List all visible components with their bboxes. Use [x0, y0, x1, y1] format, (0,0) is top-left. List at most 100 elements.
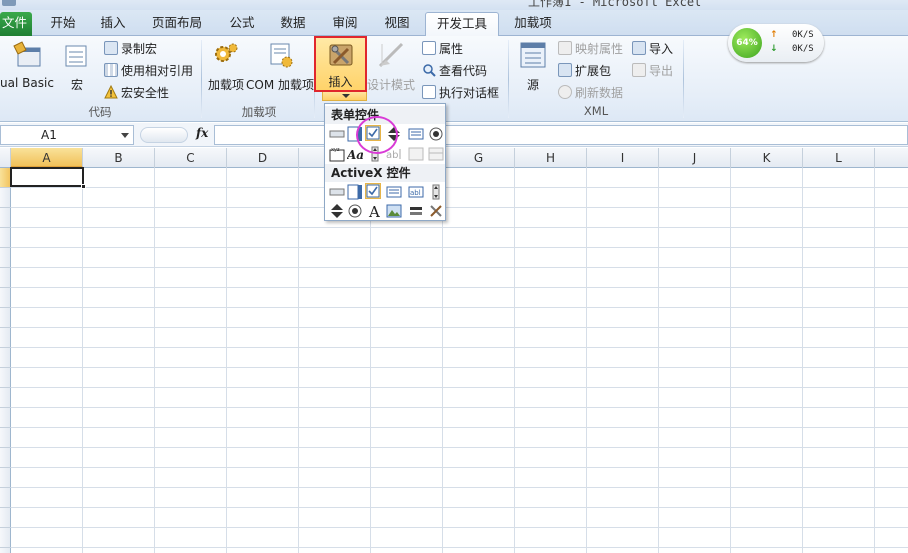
row-header[interactable] — [0, 328, 11, 348]
macro-security-label: 宏安全性 — [121, 85, 170, 100]
button-control-icon[interactable] — [329, 126, 345, 142]
properties-button[interactable]: 属性 — [422, 38, 463, 58]
run-dialog-button[interactable]: 执行对话框 — [422, 82, 499, 102]
row-header[interactable] — [0, 288, 11, 308]
tab-insert[interactable]: 插入 — [94, 12, 132, 36]
insert-controls-label: 插入 — [328, 75, 353, 89]
row-header[interactable] — [0, 268, 11, 288]
visual-basic-icon — [12, 40, 42, 70]
xml-source-button[interactable]: 源 — [518, 40, 548, 93]
cell-area[interactable] — [11, 168, 908, 553]
row-header[interactable] — [0, 428, 11, 448]
list-box-icon[interactable] — [408, 126, 424, 142]
column-header-h[interactable]: H — [515, 148, 587, 168]
tab-addins[interactable]: 加载项 — [508, 12, 558, 36]
chevron-down-icon[interactable] — [121, 133, 129, 138]
column-header-g[interactable]: G — [443, 148, 515, 168]
activex-spin-button-icon[interactable] — [329, 203, 345, 219]
design-mode-button[interactable]: 设计模式 — [367, 40, 415, 93]
row-header[interactable] — [0, 308, 11, 328]
network-speed-widget[interactable]: 64% ↑ 0K/S ↓ 0K/S — [728, 24, 824, 62]
column-header-l[interactable]: L — [803, 148, 875, 168]
relative-refs-icon — [104, 63, 118, 77]
refresh-data-button[interactable]: 刷新数据 — [558, 82, 623, 102]
activex-text-box-icon[interactable]: abl — [408, 184, 424, 200]
combo-list-edit-icon[interactable] — [408, 146, 424, 162]
upload-speed: ↑ 0K/S — [770, 30, 820, 40]
name-box[interactable]: A1 — [0, 125, 134, 145]
activex-list-box-icon[interactable] — [386, 184, 402, 200]
column-headers: A B C D E F G H I J K L — [0, 148, 908, 168]
tab-formulas[interactable]: 公式 — [223, 12, 261, 36]
tab-developer[interactable]: 开发工具 — [425, 12, 499, 37]
activex-combo-box-icon[interactable] — [347, 184, 363, 200]
group-box-icon[interactable]: xyz — [329, 146, 345, 162]
column-header-c[interactable]: C — [155, 148, 227, 168]
xml-import-button[interactable]: 导入 — [632, 38, 673, 58]
row-header[interactable] — [0, 448, 11, 468]
xml-export-button[interactable]: 导出 — [632, 60, 673, 80]
column-header-j[interactable]: J — [659, 148, 731, 168]
addins-group-label: 加载项 — [241, 105, 277, 119]
row-header[interactable] — [0, 408, 11, 428]
column-header-b[interactable]: B — [83, 148, 155, 168]
row-headers — [0, 168, 11, 553]
macro-security-button[interactable]: 宏安全性 — [104, 82, 169, 102]
excel-window: 工作簿1 - Microsoft Excel 文件 开始 插入 页面布局 公式 … — [0, 0, 908, 553]
row-header[interactable] — [0, 188, 11, 208]
map-properties-button[interactable]: 映射属性 — [558, 38, 623, 58]
row-header[interactable] — [0, 528, 11, 548]
activex-checkbox-icon[interactable] — [365, 183, 381, 199]
row-header[interactable] — [0, 208, 11, 228]
activex-button-icon[interactable] — [329, 184, 345, 200]
select-all-corner[interactable] — [0, 148, 11, 168]
group-separator — [508, 40, 509, 118]
formula-bar-handle[interactable] — [140, 127, 188, 143]
formula-input[interactable] — [214, 125, 908, 145]
view-code-button[interactable]: 查看代码 — [422, 60, 487, 80]
activex-label-icon[interactable]: A — [367, 203, 383, 221]
tab-view[interactable]: 视图 — [378, 12, 416, 36]
com-addins-button[interactable]: COM 加载项 — [246, 40, 314, 93]
row-header[interactable] — [0, 508, 11, 528]
tab-file[interactable]: 文件 — [0, 12, 32, 36]
combo-dropdown-edit-icon[interactable] — [428, 146, 444, 162]
column-header-i[interactable]: I — [587, 148, 659, 168]
tab-home[interactable]: 开始 — [44, 12, 82, 36]
option-button-icon[interactable] — [428, 126, 444, 142]
addins-button[interactable]: 加载项 — [206, 40, 246, 93]
activex-option-button-icon[interactable] — [347, 203, 363, 219]
tab-page-layout[interactable]: 页面布局 — [146, 12, 208, 36]
more-controls-icon[interactable] — [428, 203, 444, 219]
tab-data[interactable]: 数据 — [274, 12, 312, 36]
row-header[interactable] — [0, 248, 11, 268]
tools-icon — [326, 43, 356, 71]
row-header[interactable] — [0, 488, 11, 508]
fill-handle[interactable] — [81, 184, 86, 189]
column-header-a[interactable]: A — [11, 148, 83, 168]
tab-review[interactable]: 审阅 — [326, 12, 364, 36]
relative-refs-button[interactable]: 使用相对引用 — [104, 60, 193, 80]
insert-controls-button[interactable]: 插入 — [314, 36, 367, 92]
label-control-icon[interactable]: Aa — [346, 146, 364, 162]
title-bar: 工作簿1 - Microsoft Excel — [0, 0, 908, 10]
row-header[interactable] — [0, 348, 11, 368]
activex-image-icon[interactable] — [386, 203, 402, 219]
activex-toggle-button-icon[interactable] — [408, 203, 424, 219]
row-header[interactable] — [0, 228, 11, 248]
expansion-packs-button[interactable]: 扩展包 — [558, 60, 611, 80]
column-header-d[interactable]: D — [227, 148, 299, 168]
active-cell-a1[interactable] — [10, 167, 86, 189]
quick-access-icon[interactable] — [2, 0, 16, 6]
activex-scroll-bar-icon[interactable] — [428, 184, 444, 200]
row-header[interactable] — [0, 368, 11, 388]
insert-function-icon[interactable]: fx — [196, 126, 208, 140]
macros-button[interactable]: 宏 — [62, 40, 92, 93]
insert-dropdown-arrow[interactable] — [322, 92, 367, 101]
spreadsheet-grid[interactable]: A B C D E F G H I J K L — [0, 148, 908, 553]
column-header-k[interactable]: K — [731, 148, 803, 168]
row-header[interactable] — [0, 468, 11, 488]
row-header[interactable] — [0, 388, 11, 408]
record-macro-button[interactable]: 录制宏 — [104, 38, 157, 58]
visual-basic-button[interactable]: ual Basic — [0, 40, 54, 90]
